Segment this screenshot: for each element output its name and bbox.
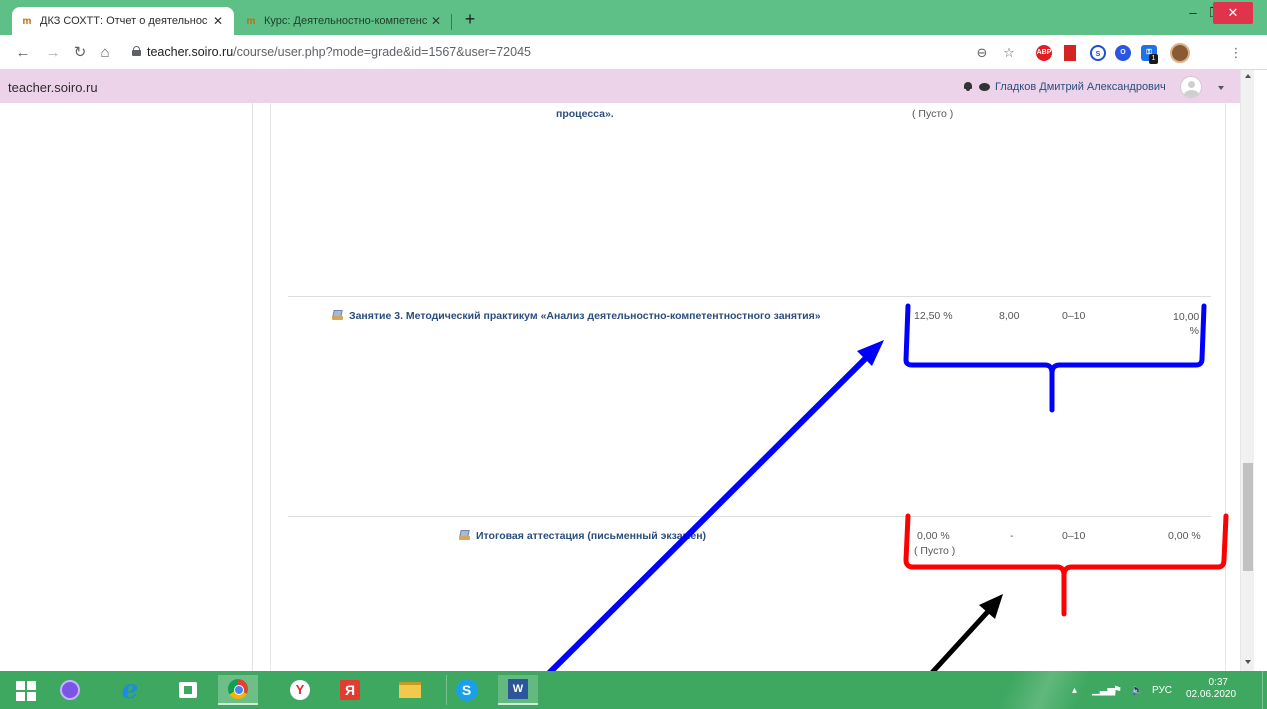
tab-close-icon[interactable]: ✕: [210, 14, 226, 28]
address-bar[interactable]: teacher.soiro.ru/course/user.php?mode=gr…: [147, 45, 531, 59]
browser-tab-strip: m ДКЗ СОХТТ: Отчет о деятельнос ✕ m Курс…: [0, 0, 1267, 35]
tab-title: ДКЗ СОХТТ: Отчет о деятельнос: [40, 15, 208, 27]
yandex-browser-icon[interactable]: Y: [280, 675, 320, 705]
extension-badge: 1: [1149, 54, 1158, 64]
adblock-plus-icon[interactable]: ABP: [1036, 45, 1052, 61]
grade-percentage: 12,50 %: [914, 310, 953, 322]
grade-item-title[interactable]: Занятие 3. Методический практикум «Анали…: [332, 310, 821, 322]
show-desktop-button[interactable]: [1262, 671, 1267, 709]
site-header: teacher.soiro.ru Гладков Дмитрий Алексан…: [0, 70, 1240, 103]
ring-extension-icon[interactable]: O: [1115, 45, 1131, 61]
windows-taskbar: e Y Я S W ▴ ▁▃▅ ⚑ 🔈 РУС 0:37 02.06.2020: [0, 671, 1267, 709]
table-row-divider: [288, 296, 1211, 297]
black-arrow-head: [979, 594, 1003, 619]
tray-overflow-icon[interactable]: ▴: [1072, 671, 1077, 709]
scrollbar-thumb[interactable]: [1243, 463, 1253, 571]
grade-empty-label: ( Пусто ): [914, 545, 956, 557]
reload-icon[interactable]: ↻: [71, 44, 89, 62]
tab-close-icon[interactable]: ✕: [428, 14, 444, 28]
grade-item-title-text: Занятие 3. Методический практикум «Анали…: [349, 310, 821, 322]
grade-value: -: [1010, 530, 1014, 542]
yandex-icon[interactable]: Я: [330, 675, 370, 705]
quiz-icon: [332, 310, 343, 320]
grade-range: 0–10: [1062, 530, 1086, 542]
grade-item-title[interactable]: процесса».: [556, 108, 614, 120]
windows-start-icon[interactable]: [6, 675, 46, 705]
back-arrow-icon[interactable]: ←: [14, 44, 32, 62]
skype-extension-icon[interactable]: S: [1090, 45, 1106, 61]
tab-separator: [451, 14, 452, 30]
browser-toolbar: ← → ↻ ⌂ teacher.soiro.ru/course/user.php…: [0, 35, 1267, 70]
site-name-link[interactable]: teacher.soiro.ru: [8, 80, 98, 95]
tab-grade-report[interactable]: m ДКЗ СОХТТ: Отчет о деятельнос ✕: [12, 7, 234, 35]
grade-percentage: 0,00 %: [917, 530, 950, 542]
action-center-flag-icon[interactable]: ⚑: [1113, 671, 1122, 709]
content-border-left: [270, 103, 271, 671]
user-menu-name[interactable]: Гладков Дмитрий Александрович: [995, 81, 1166, 93]
chrome-icon[interactable]: [218, 675, 258, 705]
clock-date: 02.06.2020: [1186, 689, 1237, 700]
grade-item-title[interactable]: Итоговая аттестация (письменный экзамен): [459, 530, 706, 542]
grade-value: 8,00: [999, 310, 1020, 322]
moodle-favicon-icon: m: [246, 15, 256, 27]
content-border-right: [1225, 103, 1226, 671]
scroll-up-arrow-icon[interactable]: [1245, 74, 1251, 78]
url-host: teacher.soiro.ru: [147, 45, 234, 59]
word-icon[interactable]: W: [498, 675, 538, 705]
forward-arrow-icon[interactable]: →: [44, 44, 62, 62]
network-signal-icon[interactable]: ▁▃▅: [1092, 671, 1115, 709]
left-drawer: [0, 103, 253, 671]
table-row-divider: [288, 516, 1211, 517]
language-indicator[interactable]: РУС: [1152, 671, 1172, 709]
page-scrollbar[interactable]: [1240, 70, 1254, 671]
messages-chat-icon[interactable]: [979, 83, 990, 91]
system-clock[interactable]: 0:37 02.06.2020: [1186, 677, 1237, 701]
grade-contribution: 0,00 %: [1168, 530, 1201, 542]
grade-empty-label: ( Пусто ): [912, 108, 954, 120]
url-path: /course/user.php?mode=grade&id=1567&user…: [233, 45, 531, 59]
kebab-menu-icon[interactable]: ⋮: [1227, 44, 1245, 62]
tab-title: Курс: Деятельностно-компетенс: [264, 15, 428, 27]
grade-contribution: 10,00 %: [1173, 311, 1200, 337]
file-explorer-icon[interactable]: [390, 675, 430, 705]
volume-icon[interactable]: 🔈: [1131, 671, 1143, 709]
notification-bell-icon[interactable]: [963, 82, 973, 92]
blue-arrow-head: [857, 340, 884, 366]
home-icon[interactable]: ⌂: [96, 44, 114, 62]
grade-item-title-text: Итоговая аттестация (письменный экзамен): [476, 530, 707, 542]
moodle-favicon-icon: m: [22, 15, 32, 27]
internet-explorer-icon[interactable]: e: [110, 675, 150, 705]
zoom-icon[interactable]: ⊖: [973, 44, 991, 62]
alice-assistant-icon[interactable]: [50, 675, 90, 705]
bookmark-extension-icon[interactable]: [1064, 45, 1076, 61]
quiz-icon: [459, 530, 470, 540]
caret-down-icon[interactable]: [1218, 86, 1224, 90]
bookmark-star-icon[interactable]: ☆: [1000, 44, 1018, 62]
store-icon[interactable]: [168, 675, 208, 705]
profile-avatar-icon[interactable]: [1170, 43, 1190, 63]
skype-icon[interactable]: S: [446, 675, 486, 705]
new-tab-button[interactable]: +: [460, 9, 480, 29]
scroll-down-arrow-icon[interactable]: [1245, 660, 1251, 664]
grade-range: 0–10: [1062, 310, 1086, 322]
tab-course[interactable]: m Курс: Деятельностно-компетенс ✕: [236, 7, 452, 35]
user-avatar[interactable]: [1180, 76, 1202, 98]
clock-time: 0:37: [1208, 677, 1228, 688]
lock-icon[interactable]: [132, 46, 141, 56]
close-window-button[interactable]: ✕: [1213, 2, 1253, 24]
